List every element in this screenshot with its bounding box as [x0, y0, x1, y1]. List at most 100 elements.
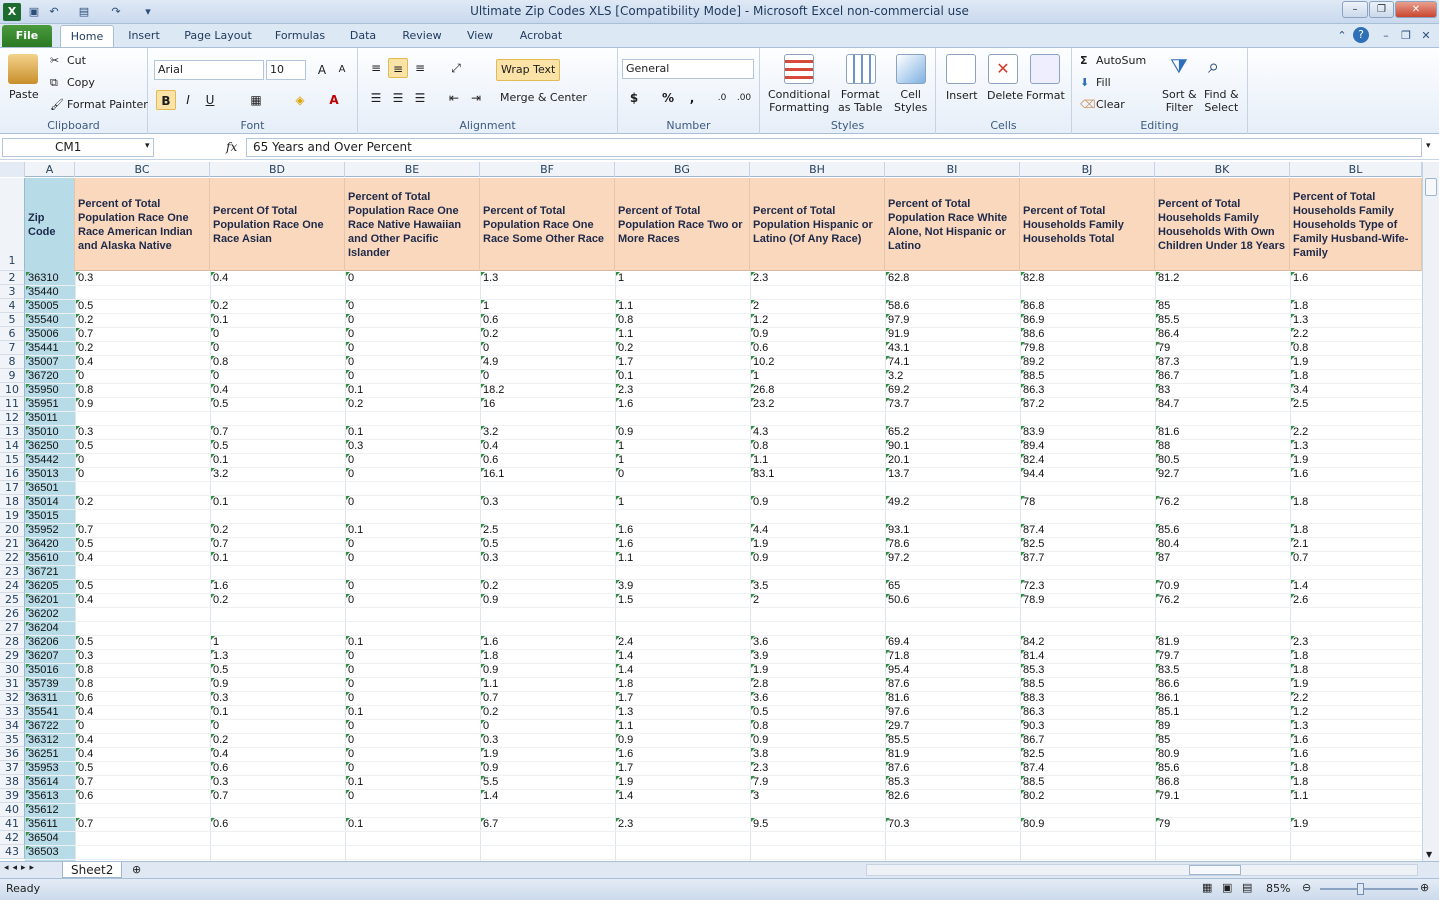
header-cell[interactable]: Percent Of Total Population Race One Rac… — [210, 178, 345, 271]
zip-cell[interactable]: 36311 — [25, 691, 75, 705]
data-cell[interactable]: 0 — [345, 453, 480, 467]
data-cell[interactable]: 2.8 — [750, 677, 885, 691]
data-cell[interactable]: 0.2 — [75, 313, 210, 327]
row-header[interactable]: 11 — [0, 397, 25, 411]
zip-cell[interactable]: 36720 — [25, 369, 75, 383]
data-cell[interactable]: 1.8 — [1290, 761, 1422, 775]
data-cell[interactable]: 0.6 — [480, 453, 615, 467]
data-cell[interactable]: 0.9 — [615, 733, 750, 747]
align-top-icon[interactable]: ≡ — [366, 58, 386, 78]
data-cell[interactable]: 0.8 — [210, 355, 345, 369]
data-cell[interactable]: 65 — [885, 579, 1020, 593]
data-cell[interactable]: 0.8 — [75, 663, 210, 677]
data-cell[interactable]: 70.3 — [885, 817, 1020, 831]
format-cells-icon[interactable] — [1030, 54, 1060, 84]
data-cell[interactable]: 0 — [210, 327, 345, 341]
data-cell[interactable]: 0 — [210, 719, 345, 733]
doc-minimize-icon[interactable]: – — [1378, 28, 1394, 44]
data-cell[interactable]: 0.3 — [480, 495, 615, 509]
fill-color-icon[interactable]: ◈ — [290, 90, 310, 110]
data-cell[interactable]: 82.8 — [1020, 271, 1155, 285]
fill-button[interactable]: Fill — [1096, 76, 1111, 89]
insert-function-button[interactable]: fx — [226, 140, 237, 154]
header-cell[interactable]: Percent of Total Households Family House… — [1155, 178, 1290, 271]
zip-cell[interactable]: 36722 — [25, 719, 75, 733]
data-cell[interactable]: 1.6 — [480, 635, 615, 649]
data-cell[interactable]: 9.5 — [750, 817, 885, 831]
row-header[interactable]: 2 — [0, 271, 25, 285]
data-cell[interactable]: 2 — [750, 299, 885, 313]
zip-cell[interactable]: 36310 — [25, 271, 75, 285]
data-cell[interactable]: 0 — [345, 271, 480, 285]
data-cell[interactable]: 86.6 — [1155, 677, 1290, 691]
data-cell[interactable]: 0.5 — [75, 579, 210, 593]
data-cell[interactable]: 1.1 — [750, 453, 885, 467]
data-cell[interactable]: 0.9 — [210, 677, 345, 691]
zip-cell[interactable]: 36250 — [25, 439, 75, 453]
data-cell[interactable]: 83.1 — [750, 467, 885, 481]
data-cell[interactable]: 2.4 — [615, 635, 750, 649]
header-cell[interactable]: Zip Code — [25, 178, 75, 271]
data-cell[interactable]: 0 — [75, 369, 210, 383]
data-cell[interactable]: 95.4 — [885, 663, 1020, 677]
currency-button[interactable]: $ — [624, 88, 644, 108]
data-cell[interactable]: 1.6 — [1290, 747, 1422, 761]
data-cell[interactable]: 3.4 — [1290, 383, 1422, 397]
data-cell[interactable]: 70.9 — [1155, 579, 1290, 593]
zip-cell[interactable]: 35010 — [25, 425, 75, 439]
increase-decimal-icon[interactable]: .0 — [712, 88, 732, 108]
data-cell[interactable]: 0 — [345, 747, 480, 761]
data-cell[interactable]: 0.2 — [480, 327, 615, 341]
data-cell[interactable]: 1.8 — [615, 677, 750, 691]
data-cell[interactable]: 1.6 — [615, 537, 750, 551]
data-cell[interactable]: 0 — [210, 341, 345, 355]
column-header-bd[interactable]: BD — [210, 162, 345, 177]
data-cell[interactable]: 86.7 — [1155, 369, 1290, 383]
data-cell[interactable]: 0.7 — [75, 817, 210, 831]
data-cell[interactable]: 0 — [345, 579, 480, 593]
data-cell[interactable]: 0.9 — [75, 397, 210, 411]
data-cell[interactable]: 1.6 — [615, 747, 750, 761]
row-header[interactable]: 31 — [0, 677, 25, 691]
row-header[interactable]: 38 — [0, 775, 25, 789]
data-cell[interactable]: 1 — [615, 453, 750, 467]
data-cell[interactable]: 97.9 — [885, 313, 1020, 327]
delete-cells-icon[interactable]: ✕ — [988, 54, 1018, 84]
sort-filter-button[interactable]: Sort & Filter — [1162, 88, 1197, 114]
zip-cell[interactable]: 35540 — [25, 313, 75, 327]
data-cell[interactable]: 80.4 — [1155, 537, 1290, 551]
data-cell[interactable]: 90.1 — [885, 439, 1020, 453]
align-bottom-icon[interactable]: ≡ — [410, 58, 430, 78]
data-cell[interactable]: 1.9 — [750, 537, 885, 551]
data-cell[interactable]: 79.8 — [1020, 341, 1155, 355]
data-cell[interactable]: 0.9 — [750, 327, 885, 341]
row-header[interactable]: 9 — [0, 369, 25, 383]
zoom-out-icon[interactable]: ⊖ — [1302, 881, 1311, 894]
data-cell[interactable]: 0 — [345, 551, 480, 565]
zip-cell[interactable]: 35441 — [25, 341, 75, 355]
fill-icon[interactable]: ⬇ — [1080, 76, 1089, 89]
zip-cell[interactable]: 35611 — [25, 817, 75, 831]
data-cell[interactable]: 0 — [345, 467, 480, 481]
data-cell[interactable]: 0.9 — [750, 495, 885, 509]
data-cell[interactable]: 1.3 — [1290, 439, 1422, 453]
font-color-icon[interactable]: A — [324, 90, 344, 110]
data-cell[interactable]: 1.2 — [750, 313, 885, 327]
data-cell[interactable]: 81.2 — [1155, 271, 1290, 285]
data-cell[interactable]: 0.9 — [480, 593, 615, 607]
data-cell[interactable]: 0 — [345, 663, 480, 677]
grow-font-icon[interactable]: A — [312, 60, 332, 80]
data-cell[interactable]: 0.8 — [75, 677, 210, 691]
percent-button[interactable]: % — [658, 88, 678, 108]
data-cell[interactable]: 89.2 — [1020, 355, 1155, 369]
data-cell[interactable]: 3.9 — [615, 579, 750, 593]
row-header[interactable]: 19 — [0, 509, 25, 523]
data-cell[interactable]: 0.3 — [75, 271, 210, 285]
data-cell[interactable]: 0 — [345, 789, 480, 803]
data-cell[interactable]: 1.3 — [210, 649, 345, 663]
data-cell[interactable]: 0.1 — [345, 523, 480, 537]
align-middle-icon[interactable]: ≡ — [388, 58, 408, 78]
paste-button[interactable]: Paste — [9, 88, 39, 101]
row-header[interactable]: 12 — [0, 411, 25, 425]
data-cell[interactable]: 1.8 — [1290, 649, 1422, 663]
